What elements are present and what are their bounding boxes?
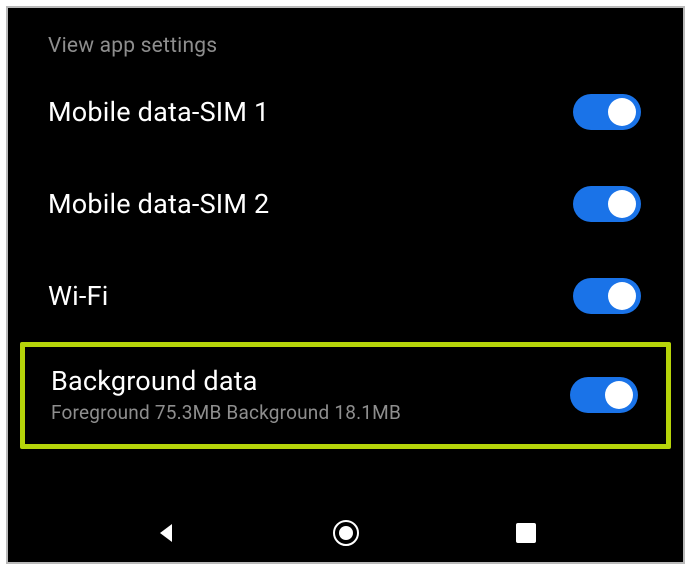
- recent-icon: [515, 522, 537, 544]
- setting-row-background-data[interactable]: Background data Foreground 75.3MB Backgr…: [20, 342, 671, 449]
- toggle-knob: [605, 381, 633, 409]
- setting-row-wifi[interactable]: Wi-Fi: [8, 250, 683, 342]
- row-texts: Wi-Fi: [48, 280, 108, 312]
- toggle-knob: [608, 282, 636, 310]
- setting-row-mobile-data-sim-1[interactable]: Mobile data-SIM 1: [8, 66, 683, 158]
- row-texts: Mobile data-SIM 2: [48, 188, 269, 220]
- setting-row-mobile-data-sim-2[interactable]: Mobile data-SIM 2: [8, 158, 683, 250]
- toggle-mobile-data-sim-1[interactable]: [573, 94, 641, 130]
- row-texts: Background data Foreground 75.3MB Backgr…: [51, 365, 401, 424]
- system-navbar: [8, 504, 683, 562]
- toggle-knob: [608, 98, 636, 126]
- home-icon: [331, 518, 361, 548]
- toggle-background-data[interactable]: [570, 377, 638, 413]
- toggle-mobile-data-sim-2[interactable]: [573, 186, 641, 222]
- row-title: Mobile data-SIM 2: [48, 188, 269, 220]
- row-subtitle: Foreground 75.3MB Background 18.1MB: [51, 401, 401, 424]
- nav-home-button[interactable]: [331, 518, 361, 548]
- row-title: Mobile data-SIM 1: [48, 96, 269, 128]
- settings-screen: View app settings Mobile data-SIM 1 Mobi…: [6, 6, 685, 564]
- section-header-label: View app settings: [48, 34, 217, 58]
- back-icon: [154, 521, 178, 545]
- toggle-wifi[interactable]: [573, 278, 641, 314]
- settings-list: Mobile data-SIM 1 Mobile data-SIM 2 Wi-F…: [8, 66, 683, 449]
- nav-back-button[interactable]: [151, 518, 181, 548]
- row-texts: Mobile data-SIM 1: [48, 96, 269, 128]
- row-title: Wi-Fi: [48, 280, 108, 312]
- toggle-knob: [608, 190, 636, 218]
- row-title: Background data: [51, 365, 401, 397]
- section-header: View app settings: [8, 8, 683, 66]
- nav-recent-button[interactable]: [511, 518, 541, 548]
